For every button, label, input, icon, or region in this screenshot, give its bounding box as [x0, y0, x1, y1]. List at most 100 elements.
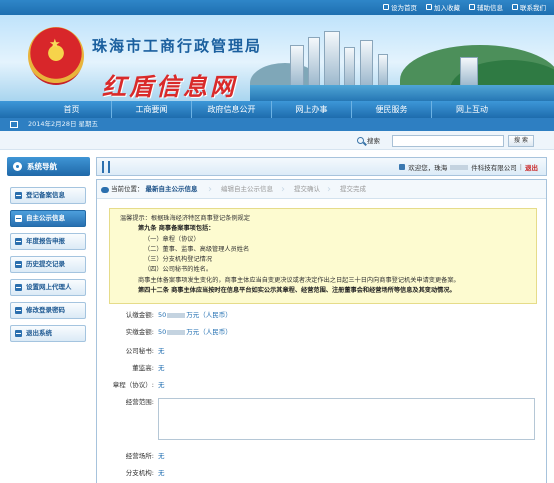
top-links: 设为首页 加入收藏 辅助信息 联系我们: [383, 2, 546, 12]
sidebar-item-self-disclosure[interactable]: 自主公示信息: [10, 210, 86, 227]
articles-value: 无: [158, 381, 165, 389]
sidebar-item-label: 修改登录密码: [26, 306, 65, 314]
form-row-executives: 董监高: 无: [97, 362, 546, 374]
sidebar-item-label: 历史提交记录: [26, 260, 65, 268]
notice-line: （二）董事、监事、高级管理人员姓名: [144, 245, 250, 253]
notice-line: （三）分支机构登记情况: [144, 256, 213, 264]
form-row-paid-capital: 实缴金额: 50 万元（人民币）: [97, 326, 546, 338]
executives-value: 无: [158, 364, 165, 372]
search-input[interactable]: [392, 135, 504, 147]
add-favorite-link[interactable]: 加入收藏: [426, 2, 460, 12]
breadcrumb-location: 当前位置： 最新自主公示信息: [101, 180, 198, 199]
header-separator: |: [519, 163, 522, 171]
sidebar-item-label: 自主公示信息: [26, 214, 65, 222]
form-row-articles: 章程（协议）: 无: [97, 379, 546, 391]
welcome-area: 欢迎您，珠海 件科技有限公司 | 退出: [399, 162, 538, 172]
redacted-name: [450, 164, 469, 170]
breadcrumb-arrow-icon: ›: [281, 184, 285, 195]
sidebar-item-history[interactable]: 历史提交记录: [10, 256, 86, 273]
business-scope-label: 经营范围:: [125, 398, 154, 406]
nav-gov-info[interactable]: 政府信息公开: [192, 101, 272, 118]
secretary-label: 公司秘书:: [125, 347, 154, 355]
notice-line: 商事主体备案事项发生变化的，商事主体应当自变更决议或者决定作出之日起三十日内向商…: [138, 276, 460, 284]
notice-article-42: 第四十二条 商事主体应当按时在信息平台如实公示其章程、经营范围、注册董事会和经营…: [138, 287, 456, 295]
sidebar-bullet-icon: [15, 261, 22, 268]
business-scope-box: [158, 398, 535, 440]
info-icon: [469, 4, 475, 10]
form-row-branches: 分支机构: 无: [97, 467, 546, 479]
chat-bubble-icon: [101, 186, 109, 193]
paid-capital-value: 50 万元（人民币）: [158, 328, 232, 336]
header-bars-icon: [102, 161, 110, 173]
logout-link[interactable]: 退出: [525, 162, 538, 172]
notice-line: （一）章程（协议）: [144, 235, 200, 243]
paid-capital-label: 实缴金额:: [125, 328, 154, 336]
content-panel: 当前位置： 最新自主公示信息 › 编辑自主公示信息 › 提交确认 › 提交完成 温…: [96, 179, 547, 483]
user-icon: [399, 164, 406, 170]
current-date: 2014年2月28日 星期五: [28, 120, 99, 128]
sidebar-bullet-icon: [15, 215, 22, 222]
sidebar-item-change-password[interactable]: 修改登录密码: [10, 302, 86, 319]
search-bar: 搜索 搜 索: [0, 131, 554, 150]
add-favorite-label: 加入收藏: [434, 4, 460, 12]
sidebar-bullet-icon: [15, 330, 22, 337]
branches-value: 无: [158, 469, 165, 477]
sidebar-title: 系统导航: [7, 157, 90, 176]
assist-info-link[interactable]: 辅助信息: [469, 2, 503, 12]
executives-label: 董监高:: [132, 364, 154, 372]
breadcrumb-prefix: 当前位置：: [111, 185, 144, 193]
form-row-secretary: 公司秘书: 无: [97, 345, 546, 357]
premises-label: 经营场所:: [125, 452, 154, 460]
welcome-text: 欢迎您，珠海: [408, 164, 448, 172]
sidebar-item-annual-report[interactable]: 年度报告申报: [10, 233, 86, 250]
subscribed-capital-value: 50 万元（人民币）: [158, 311, 232, 319]
contact-us-link[interactable]: 联系我们: [512, 2, 546, 12]
sidebar-bullet-icon: [15, 307, 22, 314]
notice-line: 第九条 商事备案事项包括：: [120, 224, 526, 234]
articles-label: 章程（协议）:: [112, 381, 154, 389]
globe-icon: [13, 162, 22, 171]
nav-news[interactable]: 工商要闻: [112, 101, 192, 118]
city-skyline-image: [250, 15, 554, 101]
top-utility-bar: 设为首页 加入收藏 辅助信息 联系我们: [0, 0, 554, 15]
search-icon: [357, 136, 364, 144]
notice-line: 第四十二条 商事主体应当按时在信息平台如实公示其章程、经营范围、注册董事会和经营…: [120, 286, 526, 296]
set-homepage-label: 设为首页: [391, 4, 417, 12]
set-homepage-link[interactable]: 设为首页: [383, 2, 417, 12]
nav-interaction[interactable]: 网上互动: [432, 101, 512, 118]
secretary-value: 无: [158, 347, 165, 355]
sidebar-item-registration-info[interactable]: 登记备案信息: [10, 187, 86, 204]
search-label: 搜索: [367, 137, 380, 145]
sidebar-bullet-icon: [15, 284, 22, 291]
contact-us-label: 联系我们: [520, 4, 546, 12]
breadcrumb-arrow-icon: ›: [208, 184, 212, 195]
sidebar-item-label: 退出系统: [26, 329, 52, 337]
sidebar-item-label: 年度报告申报: [26, 237, 65, 245]
premises-value: 无: [158, 452, 165, 460]
national-emblem-logo: ★: [28, 27, 84, 85]
sidebar-item-logout[interactable]: 退出系统: [10, 325, 86, 342]
notice-box: 温馨提示：根据珠海经济特区商事登记条例规定 第九条 商事备案事项包括： （一）章…: [109, 208, 537, 304]
sidebar-item-online-agent[interactable]: 设置网上代理人: [10, 279, 86, 296]
calendar-icon: [10, 121, 18, 128]
date-bar: 2014年2月28日 星期五: [0, 118, 554, 131]
breadcrumb-step-done: 提交完成: [340, 185, 366, 193]
breadcrumb-arrow-icon: ›: [327, 184, 331, 195]
breadcrumb-step-confirm: 提交确认: [294, 185, 320, 193]
notice-line: 温馨提示：根据珠海经济特区商事登记条例规定: [120, 215, 250, 222]
main-header: 欢迎您，珠海 件科技有限公司 | 退出: [96, 157, 547, 176]
nav-public-services[interactable]: 便民服务: [352, 101, 432, 118]
sidebar-item-label: 登记备案信息: [26, 191, 65, 199]
form-row-premises: 经营场所: 无: [97, 450, 546, 462]
breadcrumb-step-edit: 编辑自主公示信息: [221, 185, 273, 193]
notice-article-9: 第九条 商事备案事项包括：: [138, 225, 215, 233]
company-suffix: 件科技有限公司: [471, 164, 517, 172]
nav-online-services[interactable]: 网上办事: [272, 101, 352, 118]
site-banner: ★ 珠海市工商行政管理局 红盾信息网: [0, 15, 554, 101]
breadcrumb-step-current: 最新自主公示信息: [145, 185, 198, 193]
breadcrumb: 当前位置： 最新自主公示信息 › 编辑自主公示信息 › 提交确认 › 提交完成: [97, 180, 546, 199]
nav-home[interactable]: 首页: [32, 101, 112, 118]
mail-icon: [512, 4, 518, 10]
sidebar-bullet-icon: [15, 192, 22, 199]
search-button[interactable]: 搜 索: [508, 135, 534, 147]
